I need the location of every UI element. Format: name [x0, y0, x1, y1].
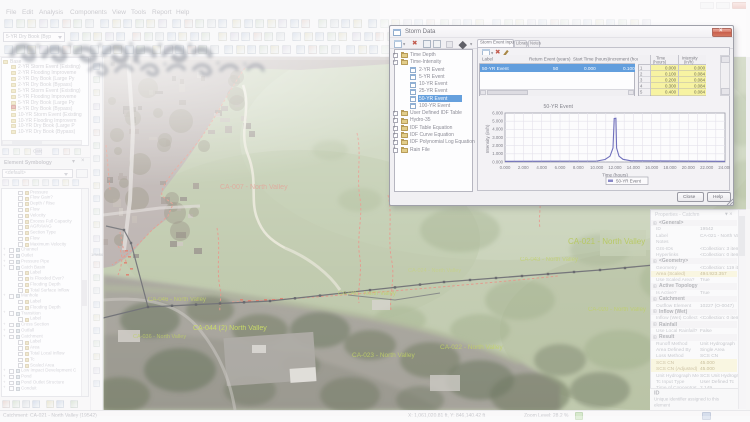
svg-text:CA-007 - North Valley: CA-007 - North Valley	[220, 184, 288, 191]
svg-text:CA-023 - North Valley: CA-023 - North Valley	[352, 352, 415, 359]
svg-text:2.000: 2.000	[518, 165, 529, 170]
svg-text:0.000: 0.000	[492, 159, 503, 164]
svg-text:10.000: 10.000	[590, 165, 604, 170]
svg-text:6.000: 6.000	[492, 110, 503, 115]
svg-text:6.000: 6.000	[555, 165, 566, 170]
svg-text:20.000: 20.000	[682, 165, 696, 170]
svg-text:4.000: 4.000	[492, 127, 503, 132]
svg-text:3.000: 3.000	[492, 135, 503, 140]
svg-text:CA-021 - North Valley: CA-021 - North Valley	[568, 237, 645, 246]
svg-text:1.000: 1.000	[492, 151, 503, 156]
svg-text:CA-036 - North Valley: CA-036 - North Valley	[133, 334, 186, 340]
svg-text:0.000: 0.000	[500, 165, 511, 170]
svg-text:CA-024 - North Valley: CA-024 - North Valley	[408, 268, 461, 274]
svg-text:16.000: 16.000	[645, 165, 659, 170]
svg-text:14.000: 14.000	[627, 165, 641, 170]
svg-text:18.000: 18.000	[663, 165, 677, 170]
svg-text:8.000: 8.000	[573, 165, 584, 170]
svg-text:CA-044 (2) North Valley: CA-044 (2) North Valley	[193, 325, 267, 332]
svg-text:5.000: 5.000	[492, 119, 503, 124]
svg-text:CA-046 - North Valley: CA-046 - North Valley	[148, 297, 206, 303]
svg-text:CA-045 - North Valley: CA-045 - North Valley	[338, 291, 396, 297]
svg-text:Intensity (in/h): Intensity (in/h)	[485, 124, 490, 153]
svg-text:50-YR Event: 50-YR Event	[616, 179, 642, 184]
svg-text:22.000: 22.000	[700, 165, 714, 170]
svg-text:CA-043 - North Valley: CA-043 - North Valley	[520, 257, 578, 263]
svg-text:2.000: 2.000	[492, 143, 503, 148]
svg-text:4.000: 4.000	[536, 165, 547, 170]
svg-text:24.000: 24.000	[718, 165, 730, 170]
svg-text:CA-022 - North Valley: CA-022 - North Valley	[440, 344, 503, 351]
svg-text:CA-020 - North Valley: CA-020 - North Valley	[588, 307, 646, 313]
svg-text:12.000: 12.000	[608, 165, 622, 170]
